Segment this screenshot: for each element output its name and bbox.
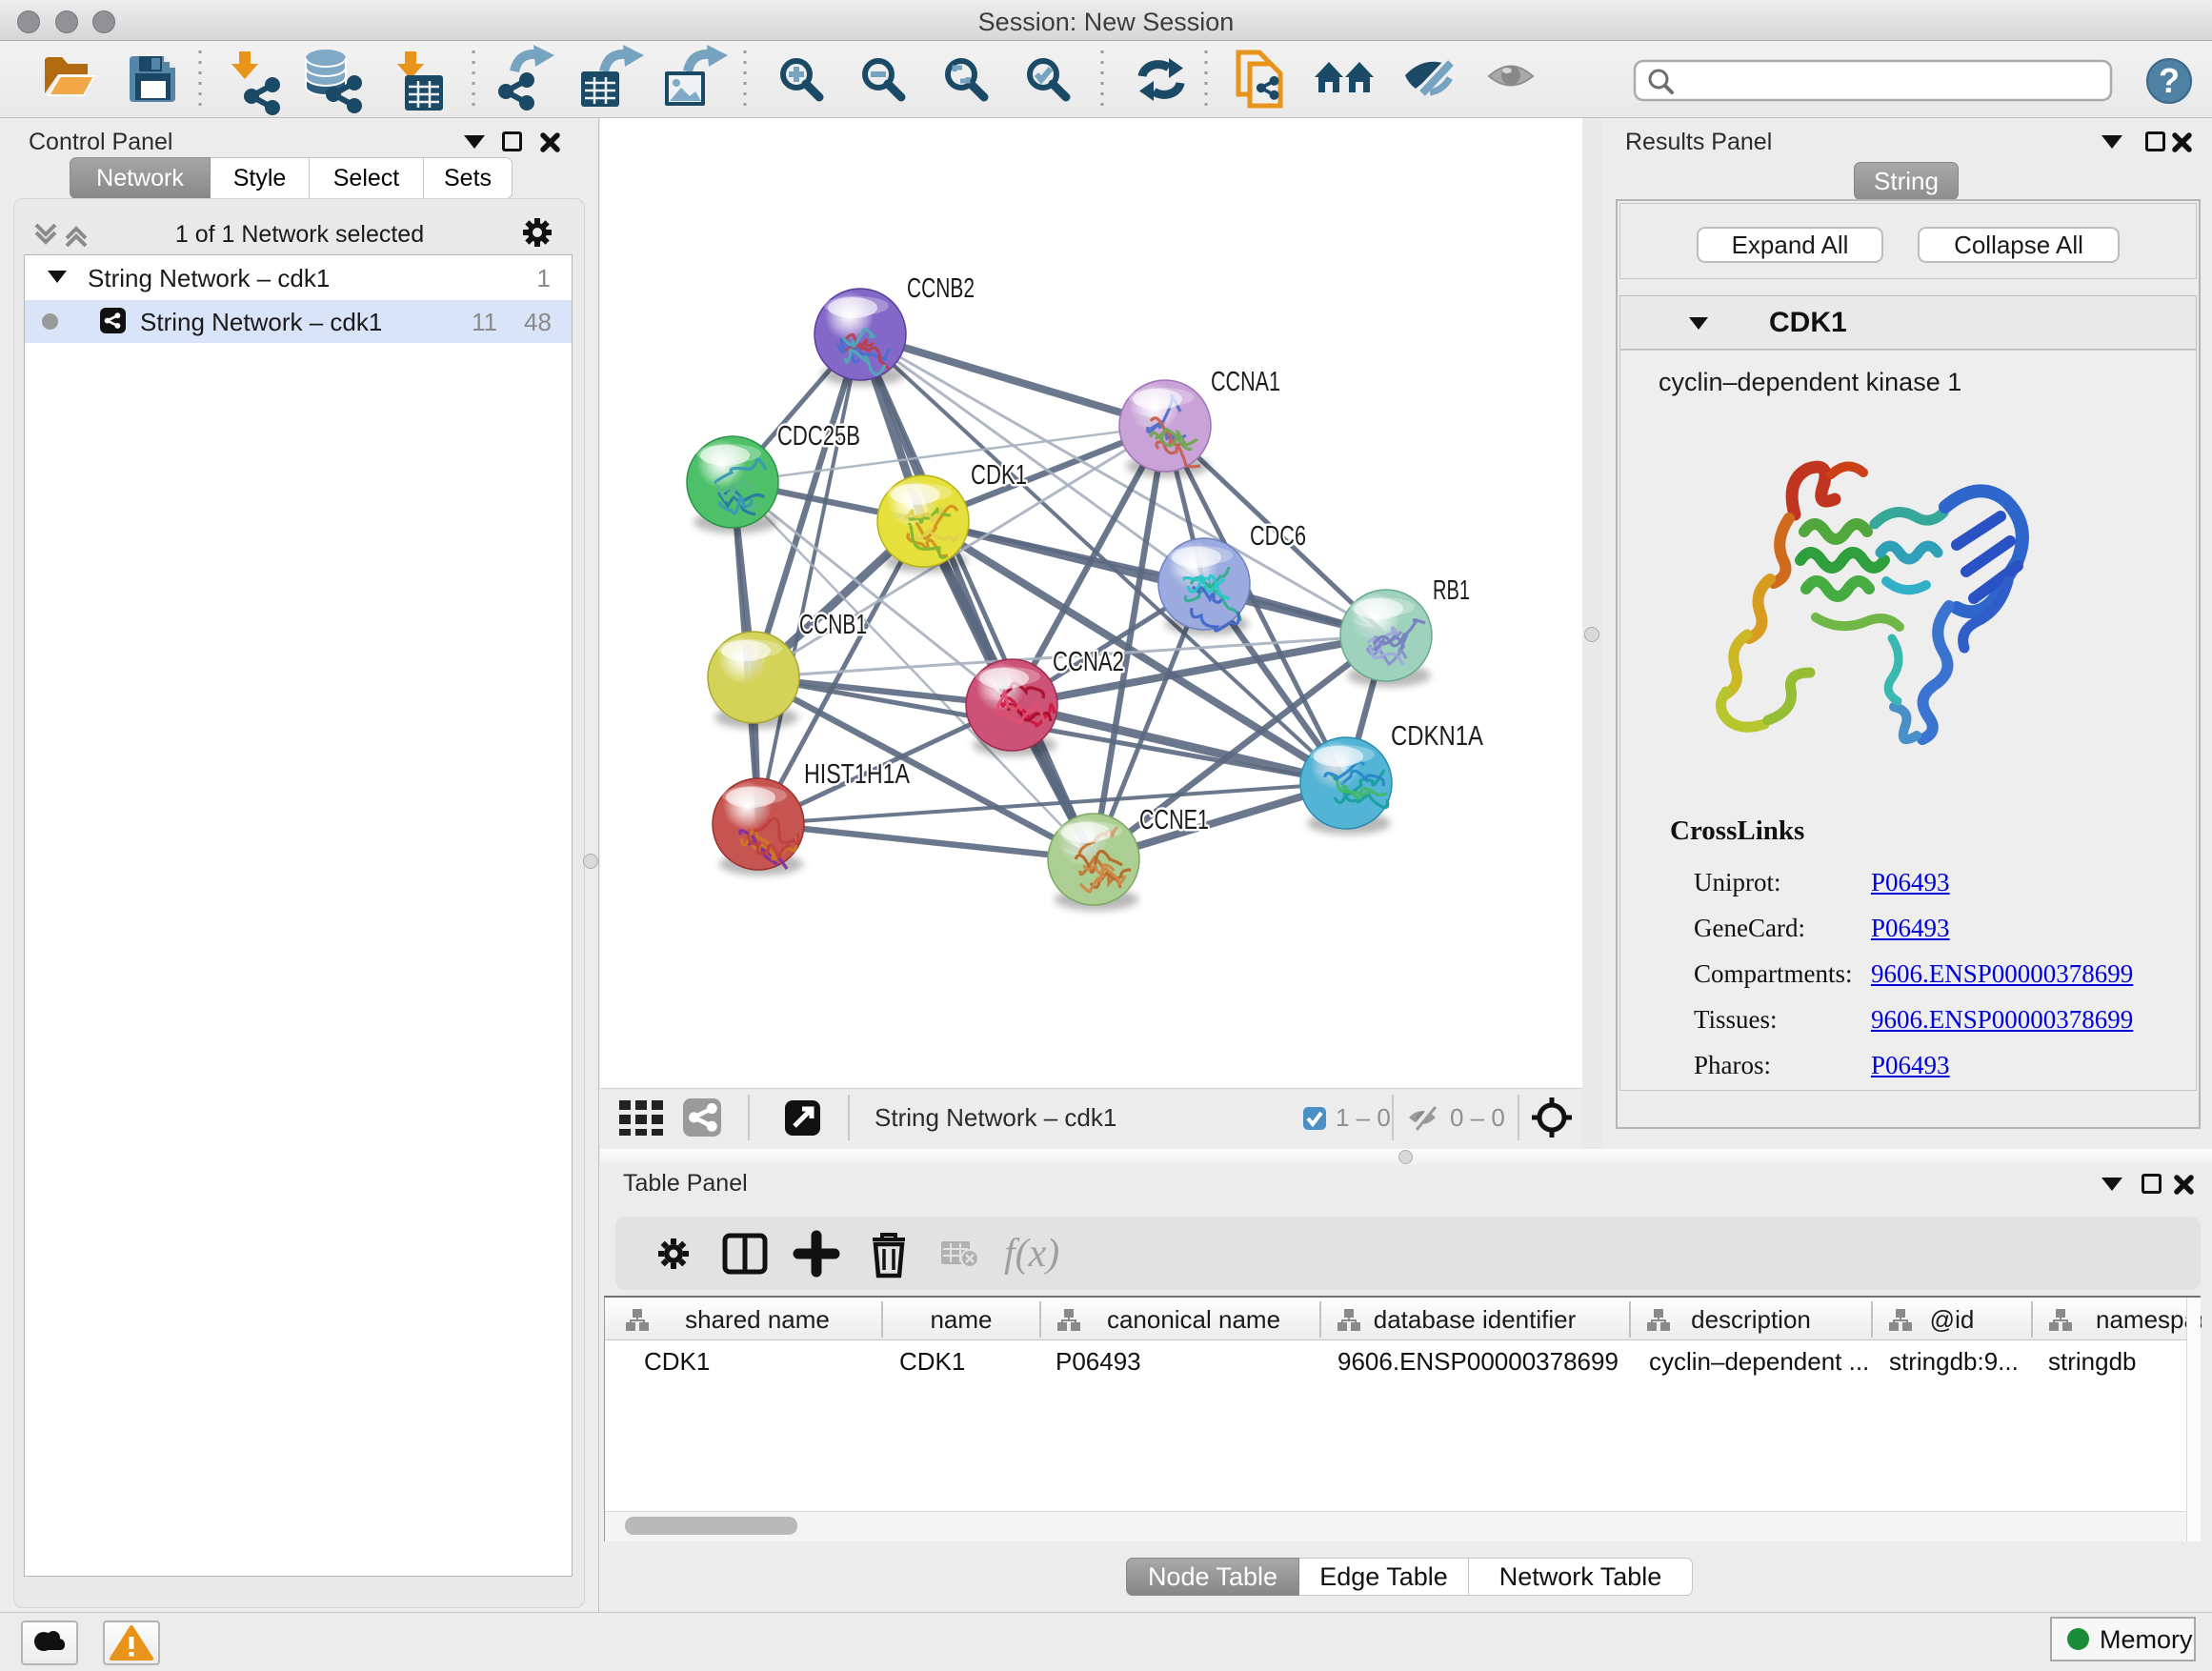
svg-text:CCNA2: CCNA2 — [1053, 647, 1124, 677]
svg-text:@id: @id — [1930, 1305, 1975, 1334]
svg-text:f(x): f(x) — [1004, 1232, 1059, 1276]
svg-text:CDC6: CDC6 — [1250, 521, 1306, 552]
svg-text:CCNA1: CCNA1 — [1211, 367, 1280, 397]
svg-text:CCNB1: CCNB1 — [799, 610, 867, 640]
svg-text:0 – 0: 0 – 0 — [1450, 1103, 1505, 1132]
svg-text:database identifier: database identifier — [1374, 1305, 1577, 1334]
svg-text:shared name: shared name — [685, 1305, 830, 1334]
svg-text:CCNB2: CCNB2 — [907, 273, 975, 304]
svg-text:?: ? — [2159, 61, 2180, 100]
svg-text:HIST1H1A: HIST1H1A — [804, 759, 911, 790]
svg-text:1 – 0: 1 – 0 — [1336, 1103, 1391, 1132]
svg-text:RB1: RB1 — [1433, 575, 1470, 606]
svg-text:CDKN1A: CDKN1A — [1391, 721, 1484, 752]
svg-text:CDK1: CDK1 — [971, 460, 1027, 491]
svg-text:name: name — [930, 1305, 992, 1334]
svg-text:CDC25B: CDC25B — [777, 421, 860, 452]
svg-text:String Network – cdk1: String Network – cdk1 — [875, 1103, 1116, 1132]
svg-text:description: description — [1691, 1305, 1811, 1334]
svg-text:CCNE1: CCNE1 — [1139, 805, 1209, 836]
svg-text:canonical name: canonical name — [1107, 1305, 1280, 1334]
